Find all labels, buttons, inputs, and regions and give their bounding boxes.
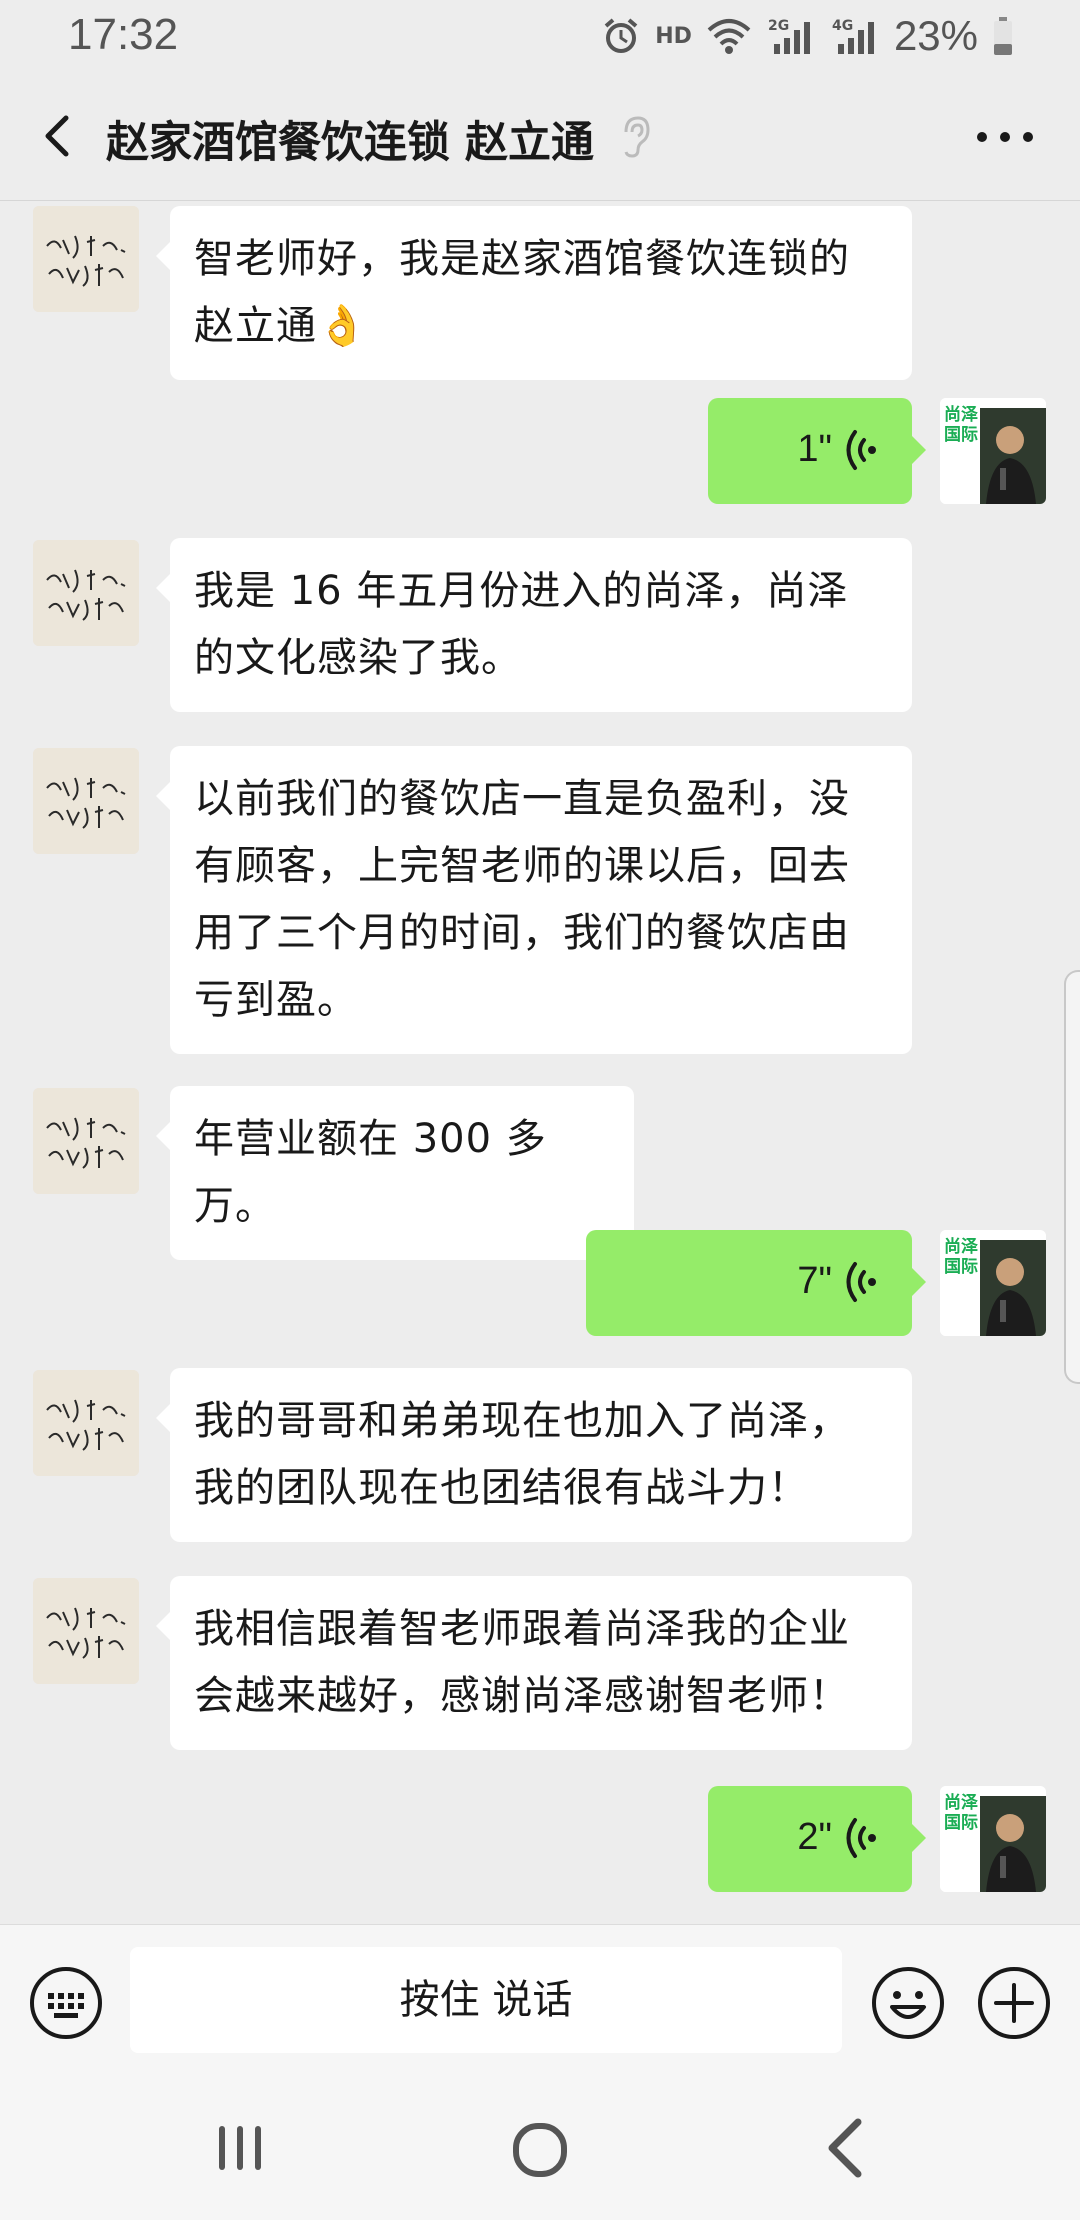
- message-bubble-text[interactable]: 年营业额在 300 多万。: [156, 1086, 634, 1260]
- signal-2g-icon: 2G: [768, 18, 810, 54]
- brand-avatar-image: 尚泽 国际: [940, 398, 1046, 504]
- message-bubble-text[interactable]: 智老师好，我是赵家酒馆餐饮连锁的赵立通👌: [156, 206, 912, 380]
- ear-icon: [624, 116, 650, 158]
- scrollbar[interactable]: [1064, 970, 1080, 1384]
- more-dots-icon[interactable]: [970, 112, 1040, 162]
- contact-avatar[interactable]: [33, 1578, 139, 1684]
- message-bubble-text[interactable]: 我的哥哥和弟弟现在也加入了尚泽，我的团队现在也团结很有战斗力！: [156, 1368, 912, 1542]
- chat-title: 赵家酒馆餐饮连锁 赵立通: [106, 118, 594, 168]
- my-avatar[interactable]: 尚泽 国际: [940, 1230, 1046, 1336]
- battery-percent: 23%: [893, 12, 978, 59]
- calligraphy-avatar-image: [33, 206, 139, 312]
- svg-text:尚泽: 尚泽: [944, 1792, 978, 1813]
- svg-text:2G: 2G: [768, 18, 789, 34]
- signal-4g-icon: 4G: [832, 18, 874, 54]
- input-bar: 按住 说话: [0, 1924, 1080, 2077]
- calligraphy-avatar-image: [33, 748, 139, 854]
- contact-avatar[interactable]: [33, 1088, 139, 1194]
- chat-header: 赵家酒馆餐饮连锁 赵立通: [0, 72, 1080, 201]
- home-icon[interactable]: [510, 2120, 570, 2180]
- voice-wave-icon: [846, 1262, 876, 1302]
- message-bubble-text[interactable]: 我是 16 年五月份进入的尚泽，尚泽的文化感染了我。: [156, 538, 912, 712]
- my-avatar[interactable]: 尚泽 国际: [940, 1786, 1046, 1892]
- voice-wave-icon: [846, 430, 876, 470]
- voice-message-bubble[interactable]: 1": [708, 398, 926, 504]
- voice-message-bubble[interactable]: 7": [586, 1230, 926, 1336]
- status-time: 17:32: [68, 10, 179, 59]
- wifi-icon: [707, 19, 751, 54]
- svg-text:国际: 国际: [944, 425, 978, 445]
- plus-icon[interactable]: [976, 1965, 1052, 2041]
- calligraphy-avatar-image: [33, 1370, 139, 1476]
- battery-icon: [994, 17, 1012, 55]
- voice-duration: 2": [797, 1816, 832, 1858]
- status-bar: 17:32 HD 2G 4G 23%: [0, 0, 1080, 72]
- keyboard-icon[interactable]: [28, 1965, 104, 2041]
- my-avatar[interactable]: 尚泽 国际: [940, 398, 1046, 504]
- message-bubble-text[interactable]: 以前我们的餐饮店一直是负盈利，没有顾客，上完智老师的课以后，回去用了三个月的时间…: [156, 746, 912, 1054]
- svg-text:尚泽: 尚泽: [944, 404, 978, 425]
- voice-duration: 7": [797, 1260, 832, 1302]
- voice-message-bubble[interactable]: 2": [708, 1786, 926, 1892]
- calligraphy-avatar-image: [33, 540, 139, 646]
- contact-avatar[interactable]: [33, 540, 139, 646]
- brand-avatar-image: 尚泽 国际: [940, 1786, 1046, 1892]
- emoji-icon[interactable]: [870, 1965, 946, 2041]
- svg-text:4G: 4G: [832, 18, 853, 34]
- calligraphy-avatar-image: [33, 1088, 139, 1194]
- status-icons: HD 2G 4G 23%: [601, 12, 1014, 60]
- svg-text:国际: 国际: [944, 1813, 978, 1833]
- contact-avatar[interactable]: [33, 206, 139, 312]
- hd-label: HD: [655, 23, 692, 49]
- chevron-left-icon[interactable]: [30, 106, 90, 166]
- svg-text:国际: 国际: [944, 1257, 978, 1277]
- svg-text:尚泽: 尚泽: [944, 1236, 978, 1257]
- calligraphy-avatar-image: [33, 1578, 139, 1684]
- contact-avatar[interactable]: [33, 1370, 139, 1476]
- message-bubble-text[interactable]: 我相信跟着智老师跟着尚泽我的企业会越来越好，感谢尚泽感谢智老师！: [156, 1576, 912, 1750]
- contact-avatar[interactable]: [33, 748, 139, 854]
- recent-apps-icon[interactable]: [215, 2120, 265, 2176]
- alarm-icon: [604, 18, 638, 53]
- back-icon[interactable]: [820, 2116, 870, 2180]
- voice-duration: 1": [797, 428, 832, 470]
- voice-wave-icon: [846, 1818, 876, 1858]
- message-list[interactable]: 智老师好，我是赵家酒馆餐饮连锁的赵立通👌 1" 尚泽 国际 我是 16 年五月份…: [0, 200, 1080, 1924]
- system-nav-bar: [0, 2076, 1080, 2220]
- hold-to-talk-button[interactable]: 按住 说话: [130, 1947, 842, 2053]
- brand-avatar-image: 尚泽 国际: [940, 1230, 1046, 1336]
